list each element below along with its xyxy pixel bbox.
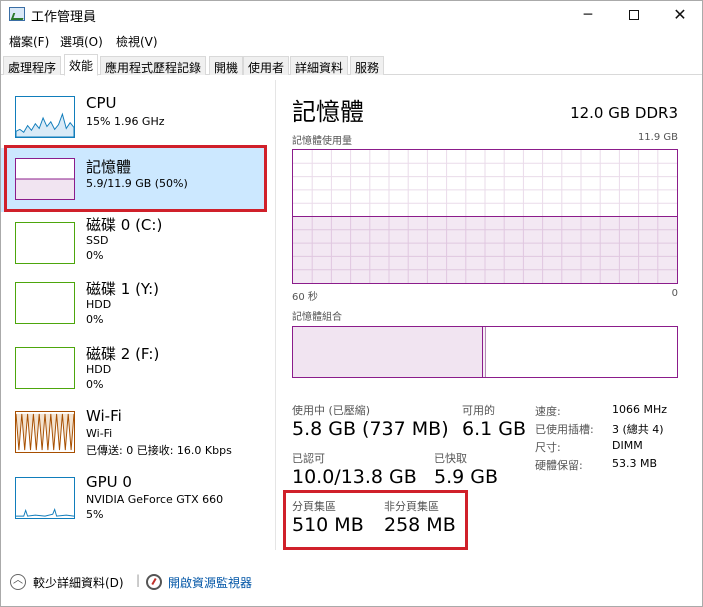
resource-item-wifi[interactable]: Wi-Fi Wi-Fi 已傳送: 0 已接收: 16.0 Kbps	[0, 405, 266, 469]
in-use-label: 使用中 (已壓縮)	[292, 404, 371, 417]
cached-label: 已快取	[434, 452, 467, 465]
disk-2-title: 磁碟 2 (F:)	[86, 345, 160, 363]
highlight-box-pools	[283, 490, 468, 550]
hardware-reserved-value: 53.3 MB	[612, 457, 658, 470]
resource-item-cpu[interactable]: CPU 15% 1.96 GHz	[0, 86, 266, 150]
footer-bar: ︿ 較少詳細資料(D) | 開啟資源監視器	[0, 566, 703, 596]
composition-label: 記憶體組合	[292, 312, 342, 323]
fewer-details-link[interactable]: 較少詳細資料(D)	[33, 574, 124, 591]
hardware-reserved-label: 硬體保留:	[535, 459, 583, 472]
memory-detail-panel: 記憶體 12.0 GB DDR3 記憶體使用量 11.9 GB 60 秒 0 記…	[282, 80, 703, 550]
usage-graph-fill	[293, 216, 677, 283]
chevron-up-icon[interactable]: ︿	[10, 574, 26, 590]
maximize-icon	[629, 10, 639, 20]
wifi-type: Wi-Fi	[86, 427, 113, 440]
gpu-usage: 5%	[86, 508, 104, 521]
cpu-thumbnail-graph	[15, 96, 75, 138]
menu-options[interactable]: 選項(O)	[60, 33, 103, 50]
composition-in-use	[293, 327, 483, 377]
composition-modified	[483, 327, 486, 377]
disk-2-usage: 0%	[86, 378, 104, 391]
disk-1-usage: 0%	[86, 313, 104, 326]
disk-1-title: 磁碟 1 (Y:)	[86, 280, 160, 298]
footer-separator: |	[136, 573, 141, 587]
disk-0-title: 磁碟 0 (C:)	[86, 216, 163, 234]
tab-performance[interactable]: 效能	[64, 54, 99, 76]
resource-monitor-icon[interactable]	[146, 574, 162, 590]
tab-bar: 處理程序 效能 應用程式歷程記錄 開機 使用者 詳細資料 服務	[0, 54, 703, 76]
tab-processes[interactable]: 處理程序	[3, 56, 62, 75]
resource-item-disk-2[interactable]: 磁碟 2 (F:) HDD 0%	[0, 341, 266, 405]
memory-heading: 記憶體	[292, 98, 364, 126]
wifi-thumbnail-graph	[15, 411, 75, 453]
memory-usage-graph-svg	[293, 150, 677, 283]
available-label: 可用的	[462, 404, 495, 417]
open-resource-monitor-link[interactable]: 開啟資源監視器	[168, 574, 252, 591]
form-factor-value: DIMM	[612, 439, 643, 452]
in-use-value: 5.8 GB (737 MB)	[292, 418, 449, 440]
maximize-button[interactable]	[611, 0, 657, 30]
available-value: 6.1 GB	[462, 418, 527, 440]
speed-value: 1066 MHz	[612, 403, 668, 416]
resource-item-disk-1[interactable]: 磁碟 1 (Y:) HDD 0%	[0, 276, 266, 340]
title-bar: 工作管理員 ─ ✕	[0, 0, 703, 30]
memory-usage-graph	[292, 149, 678, 284]
tab-users[interactable]: 使用者	[243, 56, 290, 75]
wifi-throughput: 已傳送: 0 已接收: 16.0 Kbps	[86, 444, 232, 457]
slots-value: 3 (總共 4)	[612, 423, 664, 436]
resource-item-gpu[interactable]: GPU 0 NVIDIA GeForce GTX 660 5%	[0, 471, 266, 535]
disk-1-thumbnail-graph	[15, 282, 75, 324]
memory-composition-bar	[292, 326, 678, 378]
usage-graph-max: 11.9 GB	[637, 132, 678, 143]
tab-services[interactable]: 服務	[350, 56, 385, 75]
tab-details[interactable]: 詳細資料	[290, 56, 349, 75]
close-button[interactable]: ✕	[657, 0, 703, 30]
form-factor-label: 尺寸:	[535, 441, 561, 454]
menu-view[interactable]: 檢視(V)	[116, 33, 158, 50]
gpu-title: GPU 0	[86, 473, 132, 491]
task-manager-icon	[9, 7, 25, 21]
graph-time-right: 0	[671, 288, 678, 299]
disk-0-type: SSD	[86, 234, 109, 247]
committed-label: 已認可	[292, 452, 325, 465]
disk-0-thumbnail-graph	[15, 222, 75, 264]
disk-0-usage: 0%	[86, 249, 104, 262]
tab-app-history[interactable]: 應用程式歷程記錄	[100, 56, 207, 75]
usage-graph-label: 記憶體使用量	[292, 136, 352, 147]
minimize-button[interactable]: ─	[565, 0, 611, 30]
highlight-box-memory	[4, 145, 267, 212]
gpu-thumbnail-graph	[15, 477, 75, 519]
cpu-title: CPU	[86, 94, 117, 112]
disk-2-thumbnail-graph	[15, 347, 75, 389]
menu-file[interactable]: 檔案(F)	[9, 33, 49, 50]
slots-label: 已使用插槽:	[535, 423, 594, 436]
speed-label: 速度:	[535, 405, 561, 418]
wifi-title: Wi-Fi	[86, 407, 122, 425]
window-title: 工作管理員	[31, 10, 97, 25]
tab-startup[interactable]: 開機	[209, 56, 244, 75]
cpu-usage: 15% 1.96 GHz	[86, 115, 165, 128]
cached-value: 5.9 GB	[434, 466, 499, 488]
graph-time-left: 60 秒	[292, 292, 318, 303]
disk-2-type: HDD	[86, 363, 112, 376]
memory-spec: 12.0 GB DDR3	[570, 104, 678, 122]
resource-item-disk-0[interactable]: 磁碟 0 (C:) SSD 0%	[0, 212, 266, 276]
committed-value: 10.0/13.8 GB	[292, 466, 417, 488]
menu-bar: 檔案(F) 選項(O) 檢視(V)	[0, 31, 703, 51]
gpu-model: NVIDIA GeForce GTX 660	[86, 493, 224, 506]
disk-1-type: HDD	[86, 298, 112, 311]
